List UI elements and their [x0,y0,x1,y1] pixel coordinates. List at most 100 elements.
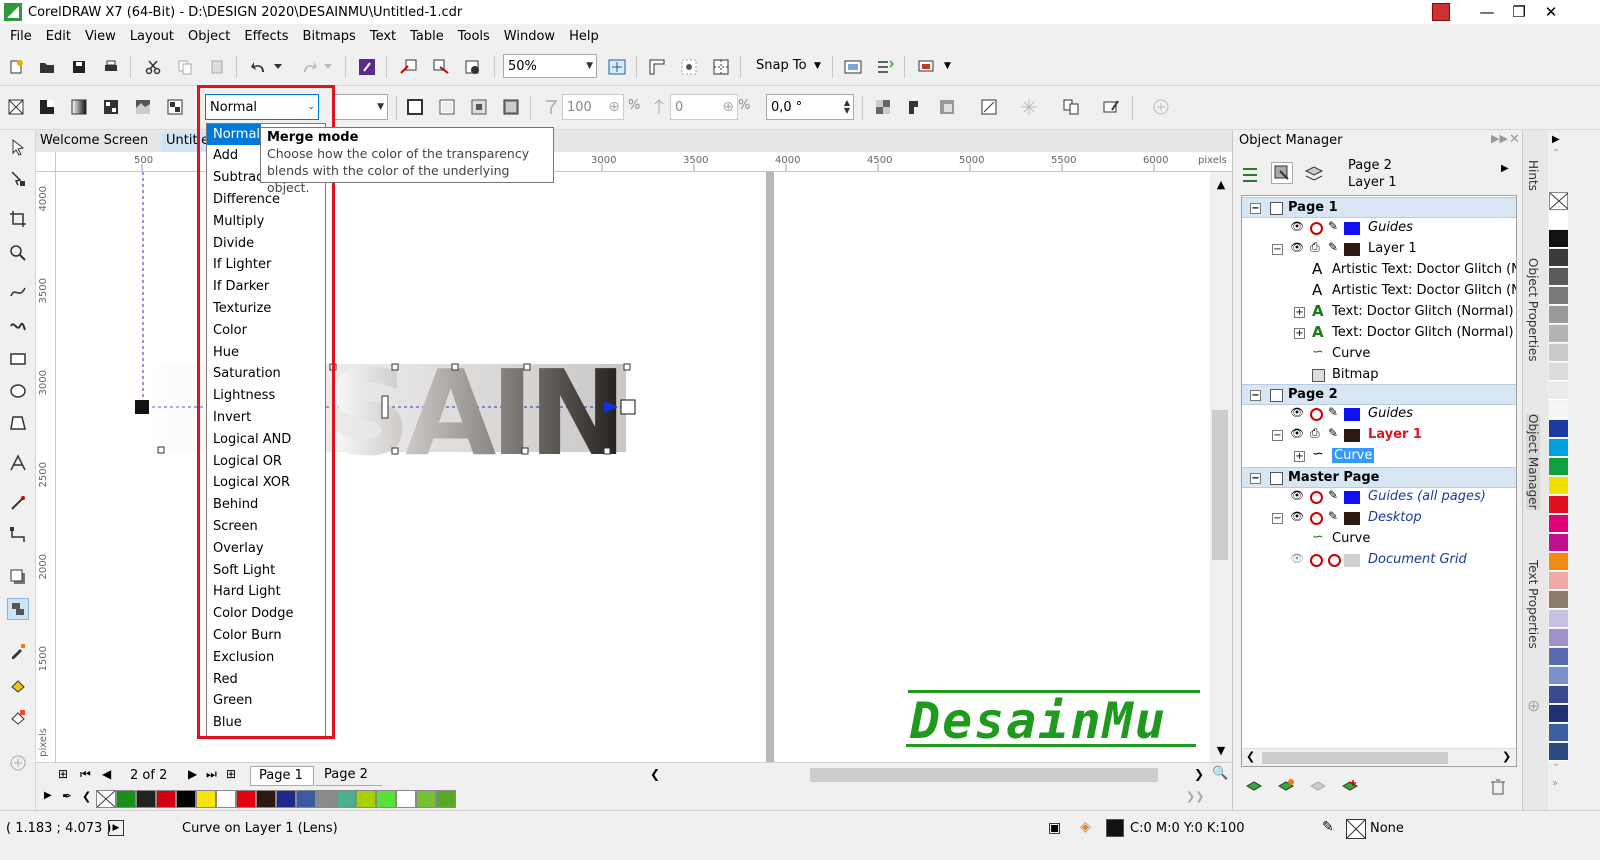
palette-swatch-black[interactable] [1549,230,1568,248]
bitmap-pattern-transparency-icon[interactable] [132,96,154,118]
polygon-tool-icon[interactable] [7,412,29,434]
menu-tools[interactable]: Tools [458,29,490,44]
collapse-icon[interactable]: − [1272,430,1283,441]
rulers-toggle-icon[interactable] [646,56,668,78]
apply-outline-icon[interactable] [436,96,458,118]
palette-swatch-navy[interactable] [1549,705,1568,723]
swatch-teal[interactable] [336,790,356,808]
copy-transparency-icon[interactable] [904,96,926,118]
window-launcher-icon[interactable] [916,56,938,78]
new-layer-icon[interactable] [1243,776,1265,798]
export-icon[interactable] [430,56,452,78]
import-icon[interactable] [398,56,420,78]
fill-color-swatch[interactable] [1106,819,1124,837]
swatch-bright-red[interactable] [236,790,256,808]
tree-p1-layer-1[interactable]: − 👁 ⎙ ✎ Layer 1 [1242,239,1516,260]
palette-scroll-right-icon[interactable]: ❯❯ [1186,790,1204,803]
swatch-yellow[interactable] [196,790,216,808]
eye-hidden-icon[interactable]: 👁 [1290,552,1304,565]
add-page-before-icon[interactable]: ⊞ [58,767,68,781]
swatch-white-2[interactable] [396,790,416,808]
tree-master-desktop[interactable]: − 👁 ✎ Desktop [1242,508,1516,529]
menu-help[interactable]: Help [569,29,599,44]
transparency-settings-icon[interactable] [872,96,894,118]
menu-bitmaps[interactable]: Bitmaps [303,29,356,44]
swatch-navy[interactable] [276,790,296,808]
no-transparency-icon[interactable] [5,96,27,118]
horizontal-scroll-thumb[interactable] [810,768,1158,782]
tree-p2-guides[interactable]: 👁 ✎ Guides [1242,404,1516,425]
collapse-icon[interactable]: − [1250,390,1261,401]
eyedropper-icon[interactable]: ✒ [62,789,72,803]
panel-close-icon[interactable]: ✕ [1509,132,1520,147]
drop-shadow-tool-icon[interactable] [7,566,29,588]
palette-swatch-cyan[interactable] [1549,439,1568,457]
swatch-light-green[interactable] [376,790,396,808]
rotation-input[interactable]: 0,0 ° ▲ ▼ [766,94,854,120]
menu-object[interactable]: Object [188,29,230,44]
palette-swatch-violet[interactable] [1549,629,1568,647]
search-content-icon[interactable] [356,56,378,78]
swatch-green[interactable] [116,790,136,808]
add-toolbar-item-icon[interactable] [1150,96,1172,118]
vertical-scroll-thumb[interactable] [1212,410,1228,560]
tree-master-curve[interactable]: ∽ Curve [1242,529,1516,550]
publish-pdf-icon[interactable] [462,56,484,78]
spin-arrows-icon[interactable]: ▲ ▼ [844,99,850,115]
selection-handle[interactable] [603,447,611,455]
palette-swatch-grey-90[interactable] [1549,249,1568,267]
docker-tab-object-properties[interactable]: Object Properties [1526,258,1540,362]
tree-p1-curve[interactable]: ∽ Curve [1242,344,1516,365]
expand-icon[interactable]: + [1294,328,1305,339]
pick-tool-icon[interactable] [7,136,29,158]
grid-toggle-icon[interactable] [678,56,700,78]
two-color-pattern-transparency-icon[interactable] [164,96,186,118]
menu-window[interactable]: Window [504,29,555,44]
zoom-tool-icon[interactable] [7,242,29,264]
page-tab-2[interactable]: Page 2 [316,766,382,786]
palette-swatch-taupe[interactable] [1549,591,1568,609]
add-docker-icon[interactable]: ⊕ [1527,696,1540,715]
transparency-end-handle[interactable] [620,399,636,415]
tree-master-page[interactable]: − Master Page [1242,467,1516,488]
restore-button[interactable]: ❐ [1502,0,1536,24]
pencil-icon[interactable]: ✎ [1328,426,1341,440]
swatch-black-2[interactable] [136,790,156,808]
swatch-black[interactable] [176,790,196,808]
palette-swatch-white[interactable] [1549,211,1568,229]
palette-swatch-blue[interactable] [1549,420,1568,438]
color-proof-icon[interactable]: ▣ [1048,820,1061,836]
show-object-properties-icon[interactable] [1239,164,1261,186]
palette-expand-icon[interactable]: » [1552,778,1558,789]
close-button[interactable]: ✕ [1534,0,1568,24]
snap-point-icon[interactable] [1018,96,1040,118]
docker-tab-object-manager[interactable]: Object Manager [1526,414,1540,510]
transform-icon[interactable] [978,96,1000,118]
menu-table[interactable]: Table [410,29,444,44]
first-page-icon[interactable]: ⏮ [80,767,91,782]
palette-swatch-periwinkle[interactable] [1549,667,1568,685]
tree-p1-bitmap[interactable]: Bitmap [1242,365,1516,386]
cut-icon[interactable] [142,56,164,78]
eye-icon[interactable]: 👁 [1290,220,1304,233]
menu-view[interactable]: View [85,29,116,44]
swatch-grey[interactable] [316,790,336,808]
swatch-none[interactable] [96,790,116,808]
palette-swatch-grey-20[interactable] [1549,344,1568,362]
plus-stepper-icon[interactable]: ⊕ [608,99,620,115]
no-print-icon[interactable] [1310,512,1323,525]
connector-tool-icon[interactable] [7,524,29,546]
palette-swatch-green[interactable] [1549,458,1568,476]
zoom-to-page-icon[interactable] [606,56,628,78]
pencil-icon[interactable]: ✎ [1328,488,1341,502]
artistic-media-tool-icon[interactable] [7,314,29,336]
selection-handle[interactable] [391,447,399,455]
selection-handle[interactable] [451,363,459,371]
apply-fill-icon[interactable] [404,96,426,118]
zoom-level-select[interactable]: 50% ▼ [503,54,597,78]
tree-scroll-thumb[interactable] [1262,752,1448,764]
palette-swatch-dark-blue[interactable] [1549,686,1568,704]
text-tool-icon[interactable] [7,452,29,474]
tree-p2-layer-1[interactable]: − 👁 ⎙ ✎ Layer 1 [1242,425,1516,446]
palette-swatch-none[interactable] [1549,192,1569,210]
